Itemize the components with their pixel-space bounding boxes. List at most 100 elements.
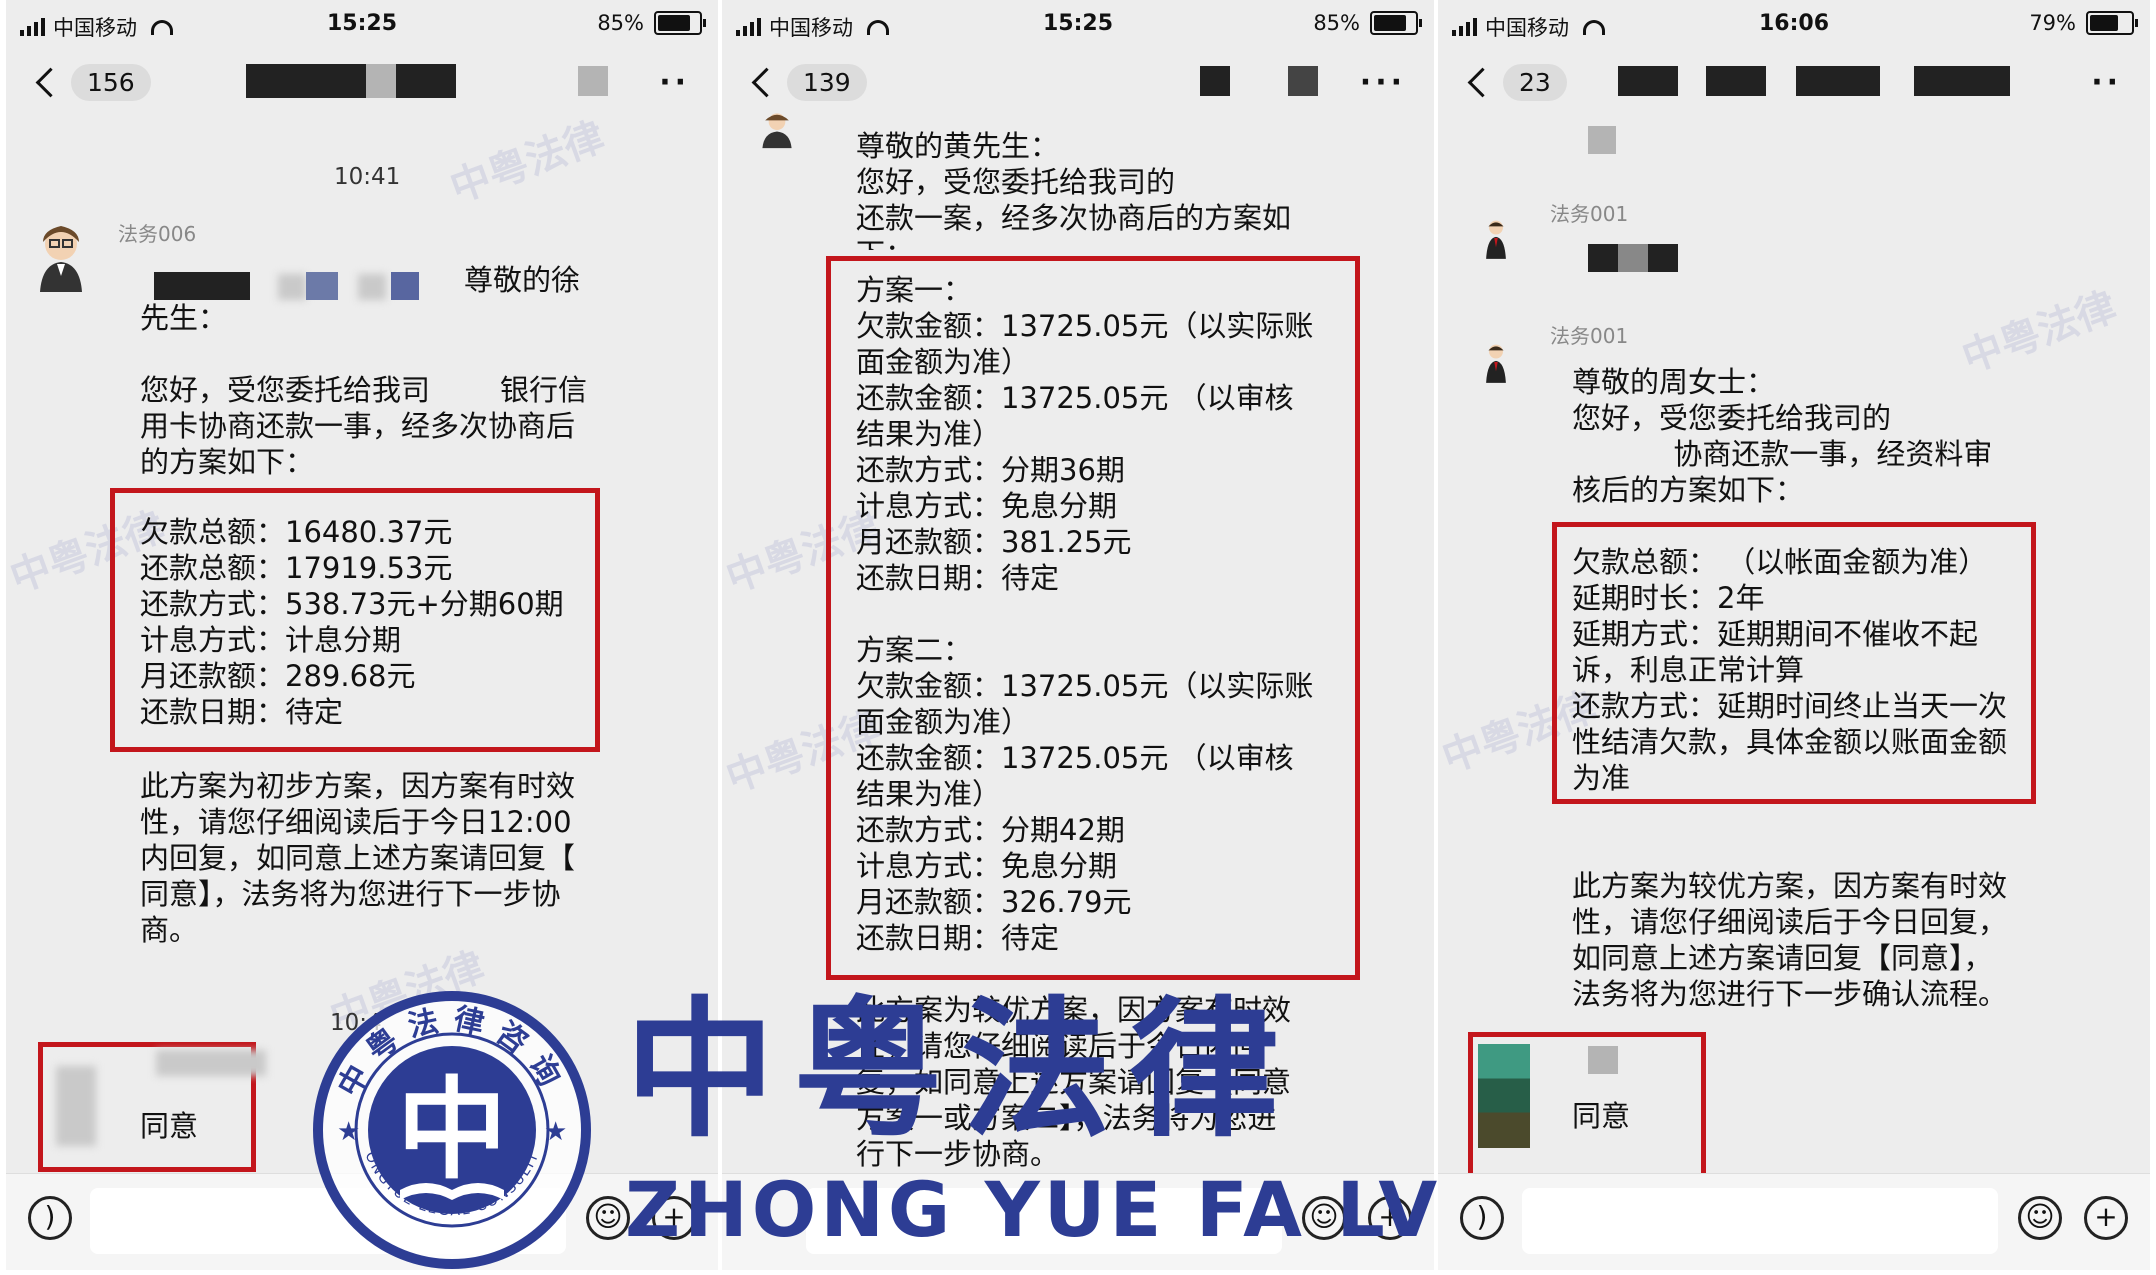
back-arrow-icon	[1467, 67, 1498, 98]
plan-line: 欠款金额：13725.05元（以实际账	[856, 669, 1314, 703]
message-text: 您好，受您委托给我司的	[1572, 401, 1892, 435]
seal-center-char: 中	[397, 1065, 507, 1194]
plan-line: 欠款总额： （以帐面金额为准）	[1572, 545, 1988, 579]
message-text: 商。	[140, 913, 199, 947]
plan-line: 还款总额：17919.53元	[140, 551, 453, 585]
reply-message: 同意	[140, 1109, 199, 1143]
message-text: 银行信	[500, 373, 588, 407]
redacted-title	[366, 64, 396, 98]
logo-subtitle: ZHONG YUE FA LV	[625, 1165, 1442, 1254]
message-text: 尊敬的黄先生：	[856, 129, 1060, 163]
nav-bar: 23 ··	[1438, 50, 2150, 118]
battery-icon	[654, 11, 706, 35]
message-text: 的方案如下：	[140, 445, 315, 479]
plan-line: 面金额为准）	[856, 705, 1031, 739]
unread-count: 139	[787, 64, 867, 101]
redacted-text	[358, 274, 386, 300]
plan-line: 还款方式：538.73元+分期60期	[140, 587, 564, 621]
more-icon[interactable]: ··	[2091, 65, 2122, 100]
message-text: 同意】，法务将为您进行下一步协	[140, 877, 561, 911]
status-bar: 中国移动 15:25 85%	[722, 0, 1434, 50]
plan-line: 还款日期：待定	[856, 561, 1060, 595]
message-text: 尊敬的徐	[464, 263, 581, 297]
plan-line: 还款方式：分期36期	[856, 453, 1125, 487]
battery-percent: 79%	[2029, 11, 2076, 35]
message-text: 此方案为初步方案，因方案有时效	[140, 769, 576, 803]
redacted-title	[1706, 66, 1766, 96]
back-button[interactable]: 139	[748, 64, 867, 101]
plan-line: 为准	[1572, 761, 1631, 795]
redacted-title	[396, 64, 456, 98]
plan-line: 计息方式：计息分期	[140, 623, 402, 657]
redacted-text	[391, 272, 419, 300]
redacted-message	[1618, 244, 1648, 272]
logo-title: 中粤法律	[625, 982, 1298, 1158]
sender-name: 法务001	[1550, 324, 1629, 348]
reply-message: 同意	[1572, 1099, 1631, 1133]
message-text: 先生：	[140, 301, 228, 335]
back-button[interactable]: 23	[1464, 64, 1567, 101]
avatar	[40, 226, 82, 292]
redacted-title	[246, 64, 366, 98]
sender-name: 法务006	[118, 222, 197, 246]
plan-line: 方案一：	[856, 273, 973, 307]
message-text: 性，请您仔细阅读后于今日12:00	[140, 805, 572, 839]
unread-count: 156	[71, 64, 151, 101]
battery-percent: 85%	[597, 11, 644, 35]
input-bar: ) ☺ +	[1438, 1173, 2150, 1270]
plan-line: 月还款额：289.68元	[140, 659, 416, 693]
plan-line: 延期方式：延期期间不催收不起	[1572, 617, 1979, 651]
redacted-avatar	[56, 1066, 96, 1146]
message-text: 法务将为您进行下一步确认流程。	[1572, 977, 2008, 1011]
redacted-title	[1796, 66, 1880, 96]
message-text: 您好，受您委托给我司	[140, 373, 431, 407]
star-icon: ★	[544, 1117, 567, 1147]
message-input[interactable]	[1522, 1188, 1998, 1254]
plan-line: 结果为准）	[856, 417, 1002, 451]
voice-icon[interactable]: )	[1460, 1196, 1504, 1240]
plus-icon[interactable]: +	[2084, 1196, 2128, 1240]
back-arrow-icon	[35, 67, 66, 98]
message-text: 还款一案，经多次协商后的方案如	[856, 201, 1292, 235]
emoji-icon[interactable]: ☺	[2018, 1196, 2062, 1240]
message-text: 核后的方案如下：	[1572, 473, 1805, 507]
plan-line: 月还款额：326.79元	[856, 885, 1132, 919]
message-text: 协商还款一事，经资料审	[1572, 437, 1993, 471]
watermark-text: 中粤法律	[444, 113, 611, 212]
redacted-image	[1588, 126, 1616, 154]
plan-line: 还款方式：延期时间终止当天一次	[1572, 689, 2008, 723]
battery-percent: 85%	[1313, 11, 1360, 35]
avatar	[1486, 344, 1506, 383]
chat-timestamp: 10:41	[334, 164, 401, 190]
emoji-icon[interactable]: ☺	[586, 1196, 630, 1240]
plan-line: 欠款金额：13725.05元（以实际账	[856, 309, 1314, 343]
plan-line: 欠款总额：16480.37元	[140, 515, 453, 549]
battery-icon	[1370, 11, 1422, 35]
back-button[interactable]: 156	[32, 64, 151, 101]
battery-icon	[2086, 11, 2138, 35]
watermark-text: 中粤法律	[1956, 283, 2123, 382]
message-text: 下：	[856, 236, 914, 250]
redacted-title	[578, 66, 608, 96]
redacted-text	[154, 272, 250, 300]
more-icon[interactable]: ···	[1360, 65, 1406, 100]
more-icon[interactable]: ··	[659, 65, 690, 100]
plan-line: 诉，利息正常计算	[1572, 653, 1805, 687]
redacted-text	[278, 274, 306, 300]
message-text: 用卡协商还款一事，经多次协商后	[140, 409, 576, 443]
status-bar: 中国移动 16:06 79%	[1438, 0, 2150, 50]
chat-screen-3: 中国移动 16:06 79% 23 ·· 中粤法律 中粤法律 法务001 法务0…	[1438, 0, 2150, 1270]
message-text: 性，请您仔细阅读后于今日回复，	[1572, 905, 2008, 939]
plan-line: 计息方式：免息分期	[856, 849, 1118, 883]
sender-name: 法务001	[1550, 202, 1629, 226]
voice-icon[interactable]: )	[28, 1196, 72, 1240]
plan-line: 结果为准）	[856, 777, 1002, 811]
redacted-title	[1618, 66, 1678, 96]
redacted-avatar	[1478, 1044, 1530, 1148]
plan-line: 还款日期：待定	[856, 921, 1060, 955]
message-text: 您好，受您委托给我司的	[856, 165, 1176, 199]
back-arrow-icon	[751, 67, 782, 98]
redacted-text	[306, 272, 338, 300]
redacted-title	[1914, 66, 2010, 96]
plan-line: 计息方式：免息分期	[856, 489, 1118, 523]
